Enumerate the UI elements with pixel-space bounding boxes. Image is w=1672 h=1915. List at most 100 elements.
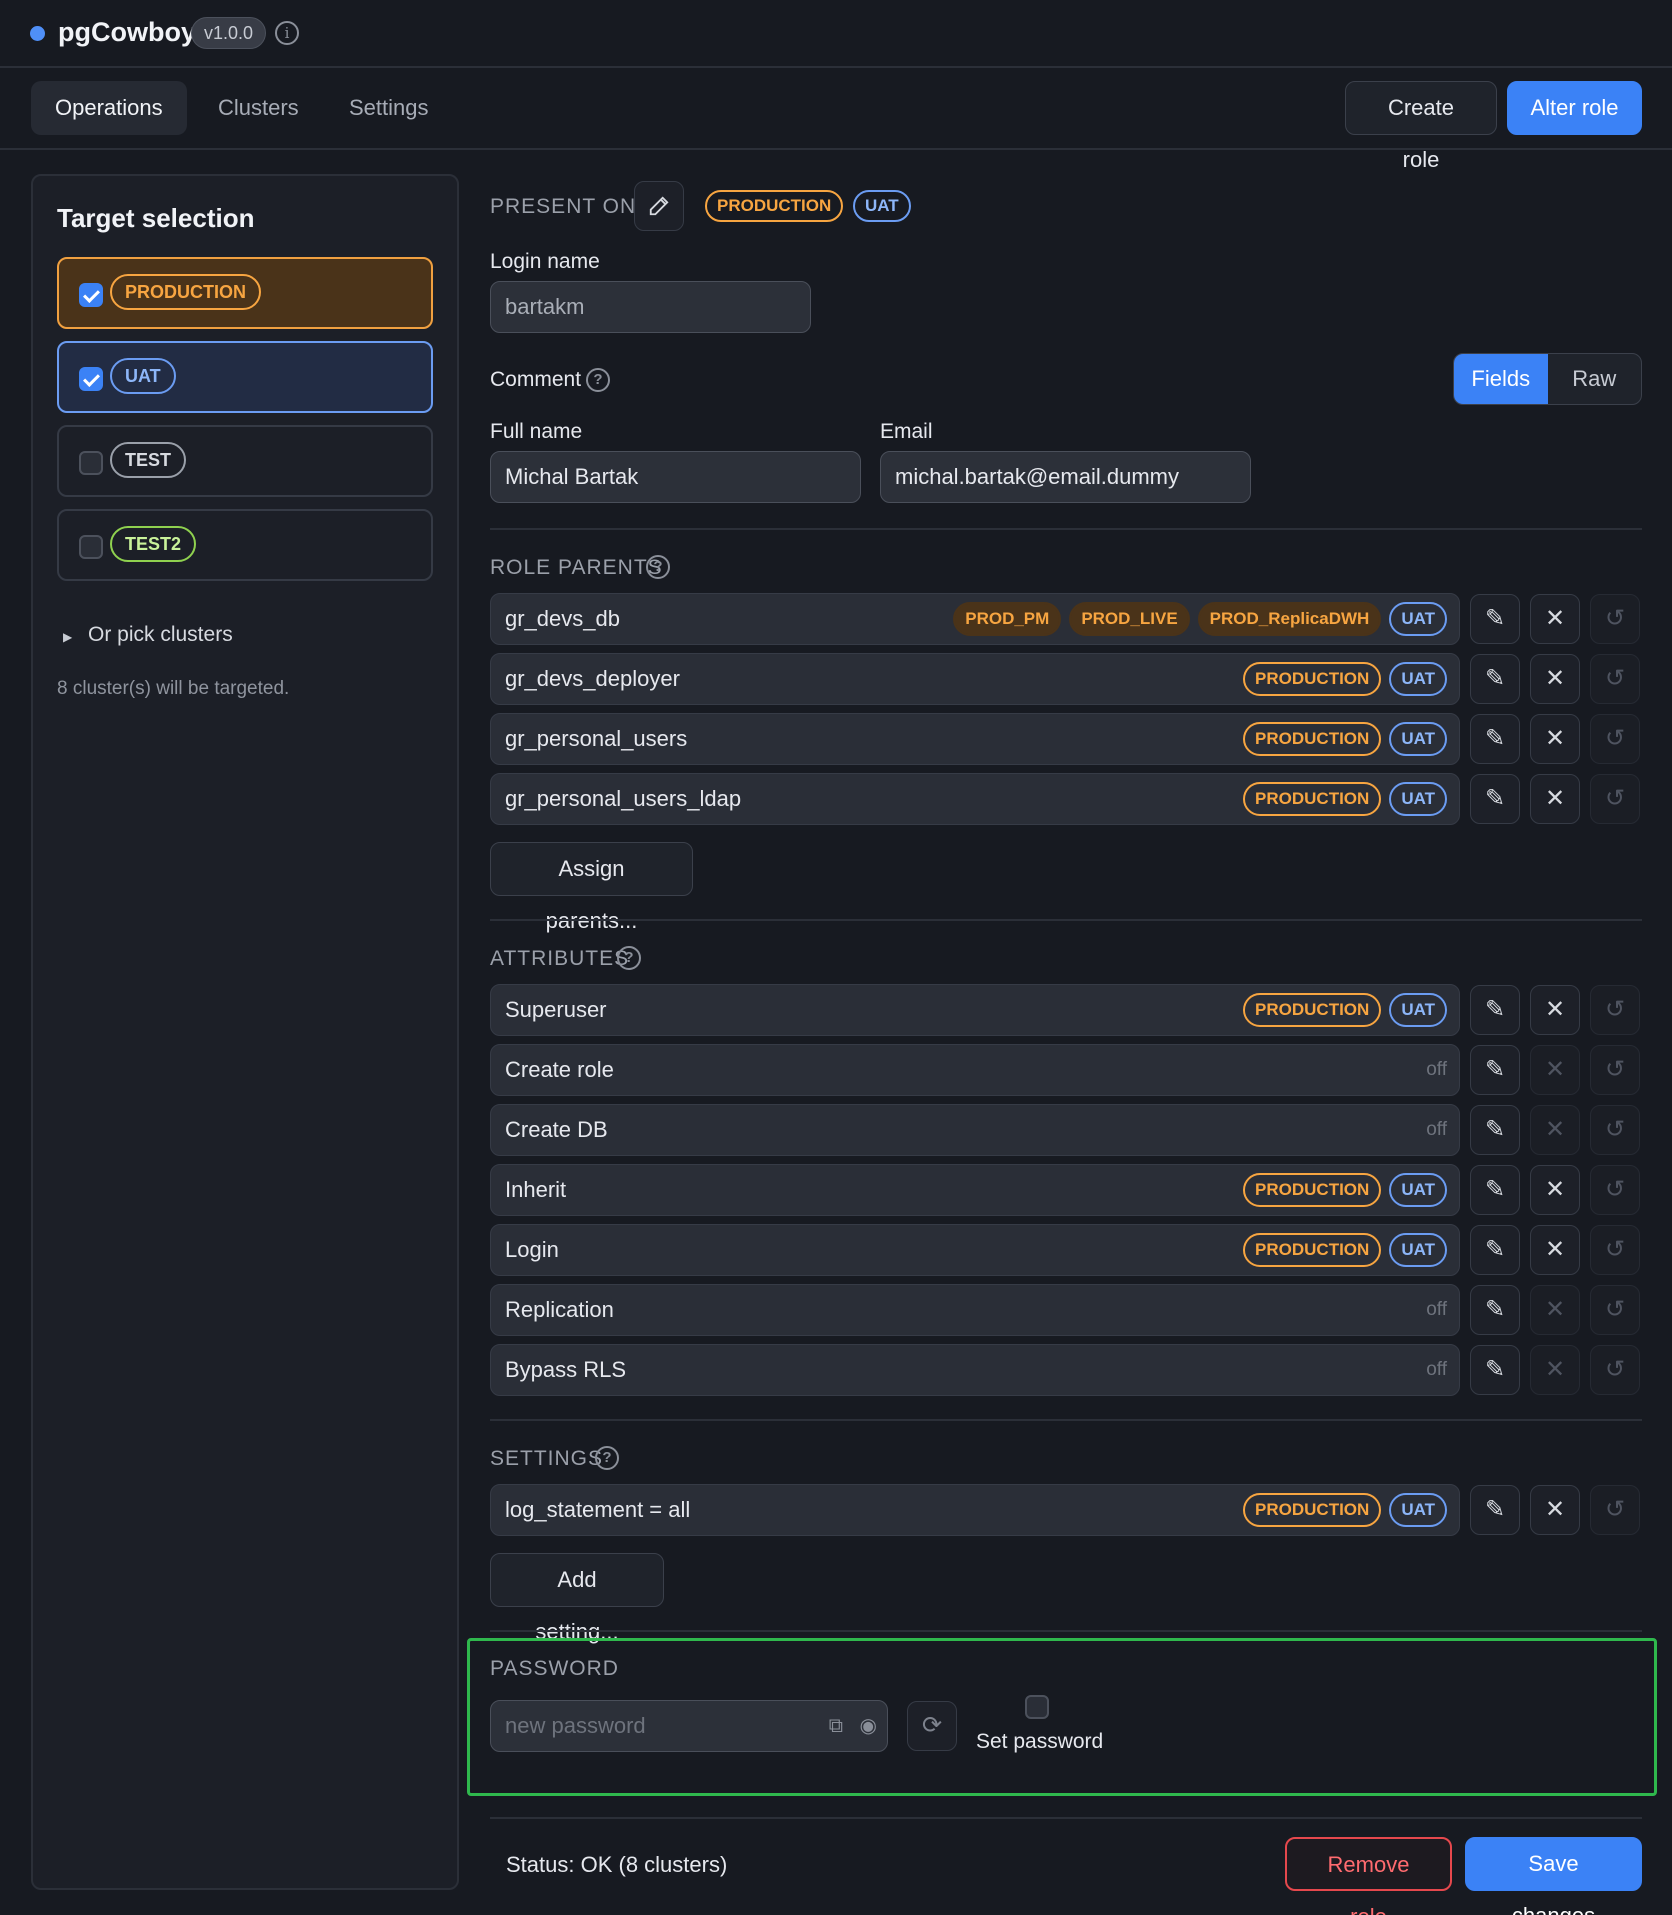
pencil-icon: ✎ [1484,1176,1506,1203]
mode-fields-button[interactable]: Fields [1454,354,1548,404]
attributes-label: ATTRIBUTES [490,947,630,970]
remove-button[interactable]: ✕ [1530,1285,1580,1335]
full-name-field[interactable]: Michal Bartak [490,451,861,503]
attribute-off-value: off [1426,1119,1447,1140]
uat-chip: UAT [1389,1173,1447,1207]
edit-button[interactable]: ✎ [1470,1045,1520,1095]
remove-button[interactable]: ✕ [1530,985,1580,1035]
comment-help-icon[interactable]: ? [586,368,610,392]
add-setting-button[interactable]: Add setting... [490,1553,664,1644]
info-icon[interactable]: i [275,21,299,45]
tab-operations[interactable]: Operations [31,81,187,135]
tab-settings[interactable]: Settings [325,81,453,135]
undo-button[interactable]: ↺ [1590,1285,1640,1335]
present-on-production-chip: PRODUCTION [705,190,844,222]
divider [490,1630,1642,1632]
undo-button[interactable]: ↺ [1590,714,1640,764]
test2-checkbox[interactable] [79,535,103,559]
uat-checkbox[interactable] [79,367,103,391]
edit-present-on-button[interactable] [634,181,684,231]
undo-button[interactable]: ↺ [1590,1045,1640,1095]
uat-chip: UAT [1389,722,1447,756]
panel-title: Target selection [57,203,255,233]
undo-button[interactable]: ↺ [1590,1485,1640,1535]
remove-role-button[interactable]: Remove role [1285,1837,1452,1915]
assign-parents-button[interactable]: Assign parents... [490,842,693,933]
edit-button[interactable]: ✎ [1470,1105,1520,1155]
remove-button[interactable]: ✕ [1530,714,1580,764]
set-password-checkbox[interactable] [1025,1695,1049,1719]
test2-chip: TEST2 [110,526,197,562]
target-option-test2[interactable]: TEST2 [57,509,433,581]
undo-icon: ↺ [1604,1296,1626,1323]
remove-button[interactable]: ✕ [1530,1045,1580,1095]
role-parent-name: gr_devs_db [505,606,620,631]
close-icon: ✕ [1544,605,1566,632]
login-name-field[interactable]: bartakm [490,281,811,333]
undo-button[interactable]: ↺ [1590,594,1640,644]
edit-button[interactable]: ✎ [1470,1285,1520,1335]
remove-button[interactable]: ✕ [1530,654,1580,704]
undo-button[interactable]: ↺ [1590,1165,1640,1215]
comment-mode-toggle[interactable]: Fields Raw [1453,353,1642,405]
remove-button[interactable]: ✕ [1530,1485,1580,1535]
alter-role-button[interactable]: Alter role [1507,81,1642,135]
target-option-production[interactable]: PRODUCTION [57,257,433,329]
remove-button[interactable]: ✕ [1530,774,1580,824]
eye-icon[interactable]: ◉ [860,1701,877,1751]
pencil-icon: ✎ [1484,1496,1506,1523]
close-icon: ✕ [1544,1176,1566,1203]
undo-button[interactable]: ↺ [1590,654,1640,704]
remove-button[interactable]: ✕ [1530,1345,1580,1395]
triangle-right-icon[interactable]: ▶ [63,630,72,644]
generate-password-button[interactable]: ⟳ [907,1701,957,1751]
remove-button[interactable]: ✕ [1530,1225,1580,1275]
password-input[interactable]: new password ⧉ ◉ [490,1700,888,1752]
undo-button[interactable]: ↺ [1590,1345,1640,1395]
undo-icon: ↺ [1604,605,1626,632]
edit-button[interactable]: ✎ [1470,594,1520,644]
remove-button[interactable]: ✕ [1530,1105,1580,1155]
pencil-icon: ✎ [1484,665,1506,692]
password-placeholder: new password [505,1713,646,1738]
edit-button[interactable]: ✎ [1470,1485,1520,1535]
create-role-button[interactable]: Create role [1345,81,1497,172]
edit-button[interactable]: ✎ [1470,985,1520,1035]
test-chip: TEST [110,442,187,478]
email-label: Email [880,420,933,443]
mode-raw-button[interactable]: Raw [1548,354,1642,404]
undo-button[interactable]: ↺ [1590,985,1640,1035]
edit-button[interactable]: ✎ [1470,1165,1520,1215]
attribute-name: Replication [505,1297,614,1322]
edit-button[interactable]: ✎ [1470,714,1520,764]
edit-button[interactable]: ✎ [1470,1225,1520,1275]
email-field[interactable]: michal.bartak@email.dummy [880,451,1251,503]
pencil-icon: ✎ [1484,996,1506,1023]
edit-button[interactable]: ✎ [1470,774,1520,824]
undo-button[interactable]: ↺ [1590,1105,1640,1155]
remove-button[interactable]: ✕ [1530,1165,1580,1215]
target-option-uat[interactable]: UAT [57,341,433,413]
test-checkbox[interactable] [79,451,103,475]
close-icon: ✕ [1544,1496,1566,1523]
copy-icon[interactable]: ⧉ [829,1701,843,1751]
edit-button[interactable]: ✎ [1470,1345,1520,1395]
role-parent-name: gr_personal_users [505,726,688,751]
production-checkbox[interactable] [79,283,103,307]
role-parents-help-icon[interactable]: ? [646,555,670,579]
status-text: Status: OK (8 clusters) [506,1852,728,1877]
production-chip: PRODUCTION [1243,993,1382,1027]
remove-button[interactable]: ✕ [1530,594,1580,644]
edit-button[interactable]: ✎ [1470,654,1520,704]
save-changes-button[interactable]: Save changes [1465,1837,1642,1915]
attributes-help-icon[interactable]: ? [617,946,641,970]
target-option-test[interactable]: TEST [57,425,433,497]
pick-clusters-toggle[interactable]: Or pick clusters [88,623,233,647]
undo-button[interactable]: ↺ [1590,1225,1640,1275]
undo-icon: ↺ [1604,665,1626,692]
tab-clusters[interactable]: Clusters [194,81,323,135]
password-label: PASSWORD [490,1657,619,1680]
settings-help-icon[interactable]: ? [595,1446,619,1470]
undo-button[interactable]: ↺ [1590,774,1640,824]
present-on-label: PRESENT ON [490,195,637,218]
